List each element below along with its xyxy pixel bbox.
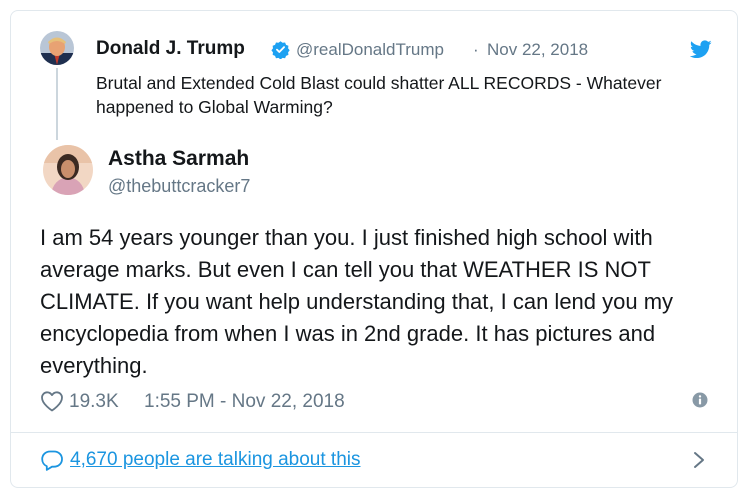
verified-badge-icon xyxy=(271,40,290,60)
twitter-bird-icon[interactable] xyxy=(689,40,712,59)
heart-icon[interactable] xyxy=(40,390,64,412)
speech-bubble-icon[interactable] xyxy=(40,449,64,471)
chevron-right-icon[interactable] xyxy=(692,451,706,469)
reply-author-name[interactable]: Astha Sarmah xyxy=(108,147,249,171)
quoted-author-handle[interactable]: @realDonaldTrump xyxy=(296,40,444,60)
reply-author-avatar[interactable] xyxy=(43,145,93,195)
quoted-tweet-text: Brutal and Extended Cold Blast could sha… xyxy=(96,73,662,117)
tweet-timestamp[interactable]: 1:55 PM - Nov 22, 2018 xyxy=(144,391,345,413)
quoted-author-name[interactable]: Donald J. Trump xyxy=(96,38,245,60)
footer-divider xyxy=(11,432,737,433)
conversation-link[interactable]: 4,670 people are talking about this xyxy=(70,449,361,471)
thread-connector-line xyxy=(56,68,58,140)
quoted-author-avatar[interactable] xyxy=(40,31,74,65)
quoted-tweet-date[interactable]: Nov 22, 2018 xyxy=(487,40,588,60)
reply-tweet-text: I am 54 years younger than you. I just f… xyxy=(40,225,674,378)
reply-author-handle[interactable]: @thebuttcracker7 xyxy=(108,176,250,197)
separator-dot: · xyxy=(473,40,479,59)
info-icon[interactable] xyxy=(692,392,708,408)
like-count[interactable]: 19.3K xyxy=(69,391,119,413)
